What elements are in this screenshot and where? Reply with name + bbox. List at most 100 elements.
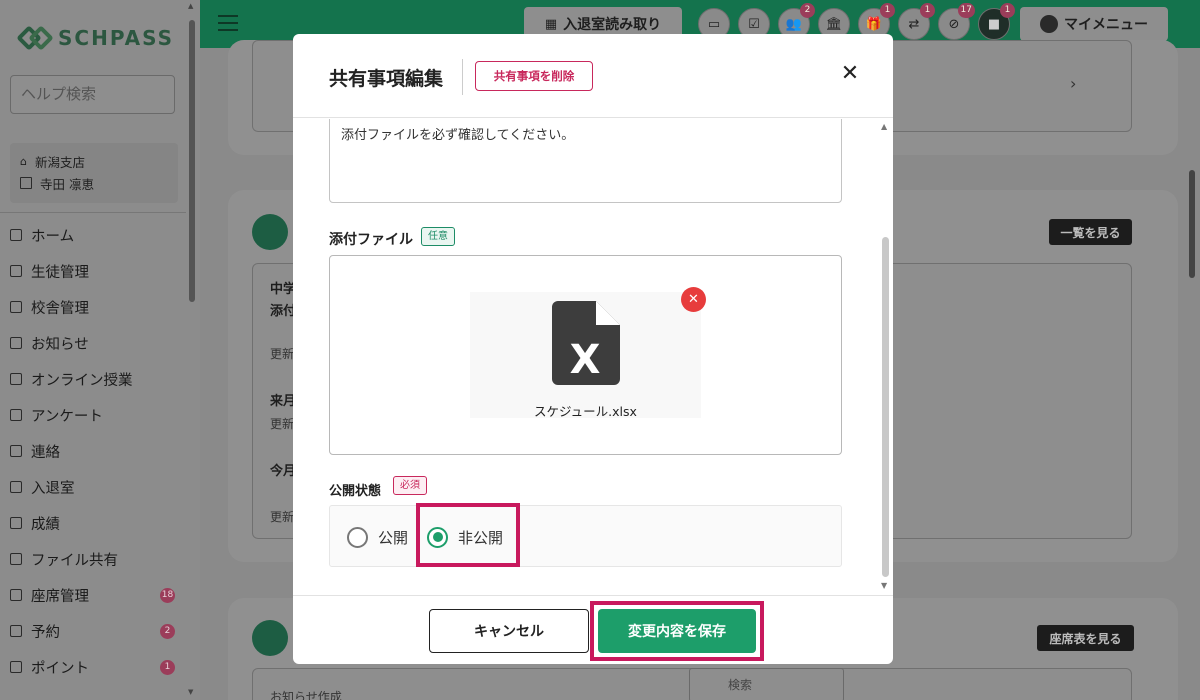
branch-name: 新潟支店 — [34, 154, 85, 170]
status-label: 公開状態 — [329, 484, 382, 499]
modal-body: 添付ファイルを必ず確認してください。 添付ファイル 任意 X スケジュール.xl… — [293, 119, 893, 595]
user-info: ⌂ 新潟支店 寺田 凛恵 — [10, 143, 178, 203]
sidebar-item-grades[interactable]: 成績 — [0, 505, 186, 541]
sort-select[interactable]: お知らせ作成 — [270, 688, 342, 700]
chat-icon — [10, 445, 22, 457]
edit-shared-item-modal: 共有事項編集 共有事項を削除 ✕ 添付ファイルを必ず確認してください。 添付ファ… — [293, 34, 893, 664]
close-icon[interactable]: ✕ — [839, 63, 861, 85]
count-badge: 18 — [160, 587, 175, 603]
update-meta: 更新 — [270, 347, 295, 361]
building-icon — [252, 214, 288, 250]
sidebar-item-messages[interactable]: 連絡 — [0, 433, 186, 469]
svg-text:X: X — [570, 337, 601, 383]
user-name: 寺田 凛恵 — [40, 176, 94, 192]
content-textarea[interactable]: 添付ファイルを必ず確認してください。 — [329, 119, 842, 203]
logo-text: SCHPASS — [58, 26, 175, 50]
sidebar-item-online-class[interactable]: オンライン授業 — [0, 361, 186, 397]
title-divider — [462, 59, 463, 95]
chevron-right-icon[interactable]: › — [1070, 74, 1076, 93]
sidebar-item-label: アンケート — [31, 408, 103, 425]
sidebar-item-students[interactable]: 生徒管理 — [0, 253, 186, 289]
survey-icon — [10, 409, 22, 421]
calendar-icon — [10, 625, 22, 637]
main-scrollbar[interactable] — [1187, 50, 1197, 700]
modal-title: 共有事項編集 — [329, 68, 444, 90]
attached-file[interactable]: X スケジュール.xlsx — [470, 292, 701, 419]
count-badge: 2 — [800, 3, 815, 18]
my-menu-button[interactable]: マイメニュー — [1020, 7, 1168, 41]
help-search-input[interactable]: ヘルプ検索 — [10, 75, 175, 114]
scroll-up-icon[interactable]: ▲ — [188, 2, 193, 10]
file-drop-area[interactable]: X スケジュール.xlsx ✕ — [329, 255, 842, 455]
sidebar-item-label: 入退室 — [31, 480, 75, 497]
sidebar-item-home[interactable]: ホーム — [0, 217, 186, 253]
scroll-down-icon[interactable]: ▼ — [188, 688, 193, 696]
sidebar-item-label: オンライン授業 — [31, 372, 133, 389]
person-icon — [10, 265, 22, 277]
modal-footer: キャンセル 変更内容を保存 — [293, 595, 893, 664]
cancel-button[interactable]: キャンセル — [429, 609, 589, 653]
view-all-button[interactable]: 一覧を見る — [1049, 219, 1132, 245]
scroll-down-icon[interactable]: ▼ — [881, 581, 887, 590]
scroll-up-icon[interactable]: ▲ — [881, 122, 887, 131]
remove-file-close-icon[interactable]: ✕ — [681, 287, 706, 312]
sidebar-item-seats[interactable]: 座席管理 18 — [0, 577, 186, 613]
modal-scroll-thumb[interactable] — [882, 237, 889, 577]
qr-code-icon: ▦ — [544, 16, 558, 32]
sidebar-item-label: ホーム — [31, 228, 75, 245]
save-changes-button[interactable]: 変更内容を保存 — [598, 609, 756, 653]
seat-map-button[interactable]: 座席表を見る — [1037, 625, 1134, 651]
hamburger-menu-icon[interactable] — [218, 15, 238, 31]
sidebar-item-label: 生徒管理 — [31, 264, 89, 281]
grid-icon — [10, 589, 22, 601]
sidebar-nav: ホーム 生徒管理 校舎管理 お知らせ オンライン授業 アンケート 連絡 入退室 … — [0, 217, 186, 685]
sidebar-scrollbar[interactable]: ▲ ▼ — [188, 0, 196, 700]
monitor-icon — [10, 373, 22, 385]
private-highlight-box — [416, 503, 520, 567]
update-meta: 更新 — [270, 510, 295, 524]
excel-file-icon: X — [552, 301, 620, 385]
count-badge: 1 — [1000, 3, 1015, 18]
sidebar-item-file-share[interactable]: ファイル共有 — [0, 541, 186, 577]
main-scroll-thumb[interactable] — [1189, 170, 1195, 278]
sidebar-divider — [0, 212, 186, 213]
sidebar-item-notices[interactable]: お知らせ — [0, 325, 186, 361]
sidebar-item-label: 校舎管理 — [31, 300, 89, 317]
door-icon — [10, 481, 22, 493]
optional-tag: 任意 — [421, 227, 455, 246]
radio-button[interactable] — [347, 526, 368, 548]
account-icon — [1040, 15, 1058, 33]
count-badge: 1 — [880, 3, 895, 18]
edit-icon — [252, 620, 288, 656]
sidebar-item-attendance[interactable]: 入退室 — [0, 469, 186, 505]
home-icon: ⌂ — [20, 154, 27, 168]
publish-status-radio-group: 公開 非公開 — [329, 505, 842, 567]
transfer-icon[interactable]: ⇄ 1 — [898, 3, 935, 40]
message-icon[interactable]: ■ 1 — [978, 3, 1015, 40]
sidebar-item-survey[interactable]: アンケート — [0, 397, 186, 433]
sidebar-item-school[interactable]: 校舎管理 — [0, 289, 186, 325]
count-badge: 1 — [160, 659, 175, 675]
update-meta: 更新 — [270, 417, 295, 431]
sidebar-scroll-thumb[interactable] — [189, 20, 195, 302]
delete-shared-item-button[interactable]: 共有事項を削除 — [475, 61, 593, 91]
logo[interactable]: SCHPASS — [16, 24, 175, 52]
search-input[interactable]: 検索 — [689, 668, 844, 700]
sidebar-item-label: ポイント — [31, 660, 89, 677]
scan-entry-label: 入退室読み取り — [563, 17, 662, 33]
blocked-icon[interactable]: ⊘ 17 — [938, 3, 975, 40]
modal-scrollbar[interactable]: ▲ ▼ — [879, 119, 891, 595]
sidebar-item-points[interactable]: ポイント 1 — [0, 649, 186, 685]
sidebar-item-label: 予約 — [31, 624, 60, 641]
sidebar: SCHPASS ヘルプ検索 ⌂ 新潟支店 寺田 凛恵 ホーム 生徒管理 校舎管理… — [0, 0, 200, 700]
sidebar-item-label: 成績 — [31, 516, 60, 533]
id-card-icon — [20, 177, 32, 189]
logo-icon — [16, 24, 54, 52]
radio-public[interactable]: 公開 — [347, 506, 408, 568]
coin-icon — [10, 661, 22, 673]
radio-public-label: 公開 — [378, 528, 409, 547]
sidebar-item-reservations[interactable]: 予約 2 — [0, 613, 186, 649]
count-badge: 1 — [920, 3, 935, 18]
building-icon — [10, 301, 22, 313]
send-icon — [10, 337, 22, 349]
